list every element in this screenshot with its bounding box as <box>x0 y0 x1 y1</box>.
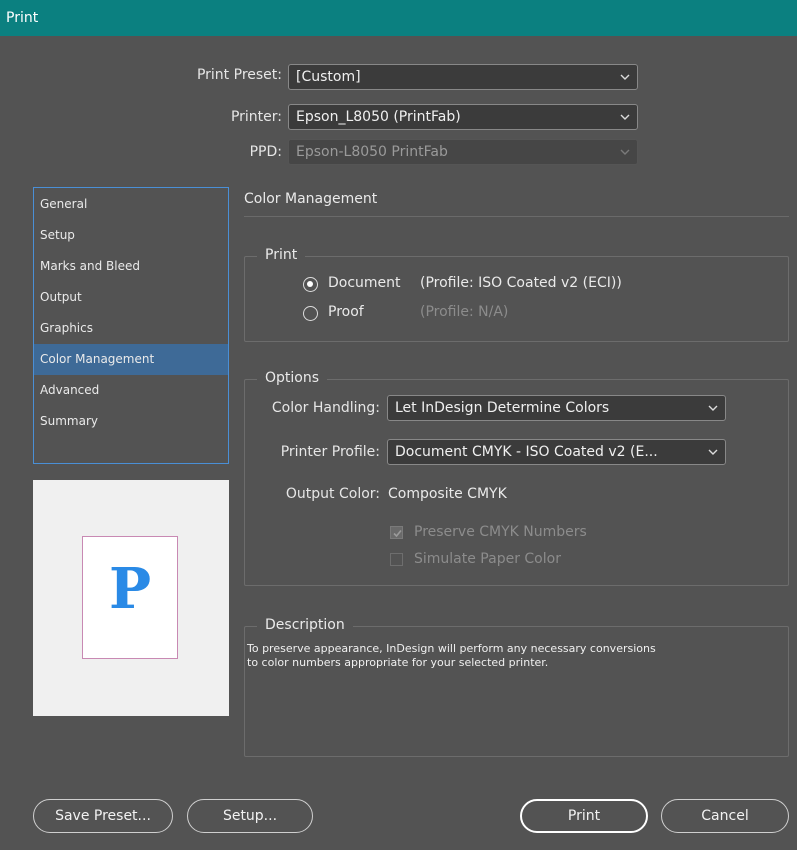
checkmark-icon <box>393 529 402 538</box>
cancel-button[interactable]: Cancel <box>661 799 789 833</box>
section-title: Color Management <box>244 191 378 207</box>
page-preview: P <box>33 480 229 716</box>
printer-value: Epson_L8050 (PrintFab) <box>296 109 461 125</box>
description-line-1: To preserve appearance, InDesign will pe… <box>247 642 656 655</box>
sidebar-item-setup[interactable]: Setup <box>34 220 228 251</box>
chevron-down-icon <box>620 74 630 80</box>
window-title: Print <box>0 0 797 36</box>
document-radio-label: Document <box>328 275 401 291</box>
ppd-label: PPD: <box>249 144 282 160</box>
chevron-down-icon <box>708 405 718 411</box>
sidebar-item-marks-and-bleed[interactable]: Marks and Bleed <box>34 251 228 282</box>
print-preset-select[interactable]: [Custom] <box>288 64 638 90</box>
radio-selected-dot <box>307 281 313 287</box>
preserve-cmyk-checkbox <box>390 526 403 539</box>
preserve-cmyk-label: Preserve CMYK Numbers <box>414 524 587 540</box>
chevron-down-icon <box>620 149 630 155</box>
output-color-label: Output Color: <box>285 486 380 502</box>
printer-profile-label: Printer Profile: <box>280 444 380 460</box>
description-group-title: Description <box>257 617 353 633</box>
sidebar-item-graphics[interactable]: Graphics <box>34 313 228 344</box>
printer-profile-value: Document CMYK - ISO Coated v2 (E... <box>395 444 658 460</box>
color-handling-label: Color Handling: <box>271 400 380 416</box>
simulate-paper-checkbox <box>390 553 403 566</box>
proof-radio[interactable] <box>303 306 318 321</box>
print-button[interactable]: Print <box>520 799 648 833</box>
print-preset-label: Print Preset: <box>196 67 282 83</box>
save-preset-button[interactable]: Save Preset... <box>33 799 173 833</box>
document-profile-text: (Profile: ISO Coated v2 (ECI)) <box>420 275 622 291</box>
print-preset-value: [Custom] <box>296 69 361 85</box>
printer-profile-select[interactable]: Document CMYK - ISO Coated v2 (E... <box>387 439 726 465</box>
printer-label: Printer: <box>230 109 282 125</box>
print-group-title: Print <box>257 247 306 263</box>
ppd-select: Epson-L8050 PrintFab <box>288 139 638 165</box>
ppd-value: Epson-L8050 PrintFab <box>296 144 448 160</box>
simulate-paper-label: Simulate Paper Color <box>414 551 561 567</box>
description-line-2: to color numbers appropriate for your se… <box>247 656 549 669</box>
printer-select[interactable]: Epson_L8050 (PrintFab) <box>288 104 638 130</box>
proof-radio-label: Proof <box>328 304 364 320</box>
proof-profile-text: (Profile: N/A) <box>420 304 509 320</box>
color-handling-value: Let InDesign Determine Colors <box>395 400 610 416</box>
sidebar-item-summary[interactable]: Summary <box>34 406 228 437</box>
sidebar-item-general[interactable]: General <box>34 189 228 220</box>
document-radio[interactable] <box>303 277 318 292</box>
chevron-down-icon <box>708 449 718 455</box>
sidebar-item-color-management[interactable]: Color Management <box>34 344 228 375</box>
section-divider <box>244 216 789 217</box>
preview-page: P <box>82 536 178 659</box>
setup-button[interactable]: Setup... <box>187 799 313 833</box>
sidebar-item-output[interactable]: Output <box>34 282 228 313</box>
sidebar: General Setup Marks and Bleed Output Gra… <box>33 187 229 464</box>
color-handling-select[interactable]: Let InDesign Determine Colors <box>387 395 726 421</box>
description-text: To preserve appearance, InDesign will pe… <box>247 642 767 670</box>
print-group: Print <box>244 247 789 342</box>
sidebar-item-advanced[interactable]: Advanced <box>34 375 228 406</box>
chevron-down-icon <box>620 114 630 120</box>
output-color-value: Composite CMYK <box>388 486 507 502</box>
options-group-title: Options <box>257 370 328 386</box>
preview-letter: P <box>108 556 152 622</box>
